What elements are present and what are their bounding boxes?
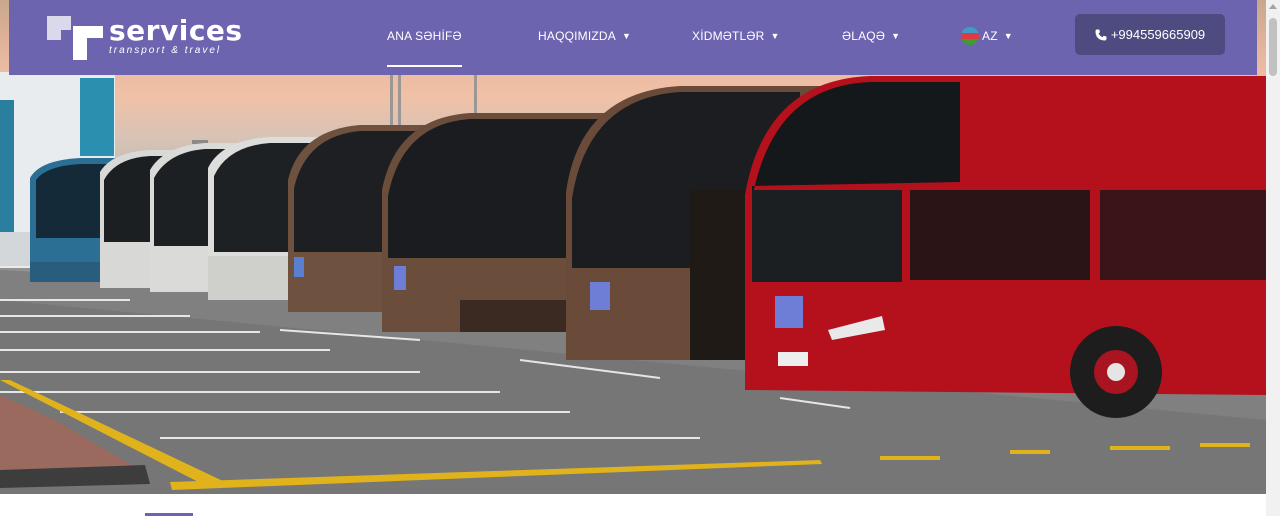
chevron-down-icon: ▼ <box>622 31 632 41</box>
nav-item-label: ƏLAQƏ <box>842 29 886 43</box>
logo-mark-icon <box>47 16 103 60</box>
nav-item-services[interactable]: XİDMƏTLƏR ▼ <box>692 29 780 43</box>
brand-name: services <box>109 14 243 47</box>
language-selector[interactable]: AZ ▼ <box>961 27 1013 45</box>
scrollbar-thumb[interactable] <box>1269 18 1277 76</box>
active-nav-underline <box>387 65 462 67</box>
top-navbar: services transport & travel ANA SƏHİFƏ H… <box>9 0 1257 75</box>
phone-number: +994559665909 <box>1110 27 1206 42</box>
nav-item-about[interactable]: HAQQIMIZDA ▼ <box>538 29 631 43</box>
chevron-down-icon: ▼ <box>770 31 780 41</box>
nav-item-label: HAQQIMIZDA <box>538 29 617 43</box>
phone-button[interactable]: +994559665909 <box>1075 14 1225 55</box>
scroll-up-arrow-icon[interactable] <box>1269 4 1277 9</box>
brand-logo[interactable]: services transport & travel <box>47 14 242 60</box>
phone-icon <box>1095 29 1107 40</box>
nav-item-home[interactable]: ANA SƏHİFƏ <box>387 29 462 67</box>
nav-item-label: ANA SƏHİFƏ <box>387 29 462 43</box>
nav-item-label: XİDMƏTLƏR <box>692 29 765 43</box>
language-code: AZ <box>982 29 998 43</box>
nav-item-contact[interactable]: ƏLAQƏ ▼ <box>842 29 900 43</box>
chevron-down-icon: ▼ <box>1003 31 1013 41</box>
azerbaijan-flag-icon <box>961 27 979 45</box>
page-scrollbar[interactable] <box>1266 0 1280 516</box>
brand-tagline: transport & travel <box>109 45 222 56</box>
chevron-down-icon: ▼ <box>891 31 901 41</box>
